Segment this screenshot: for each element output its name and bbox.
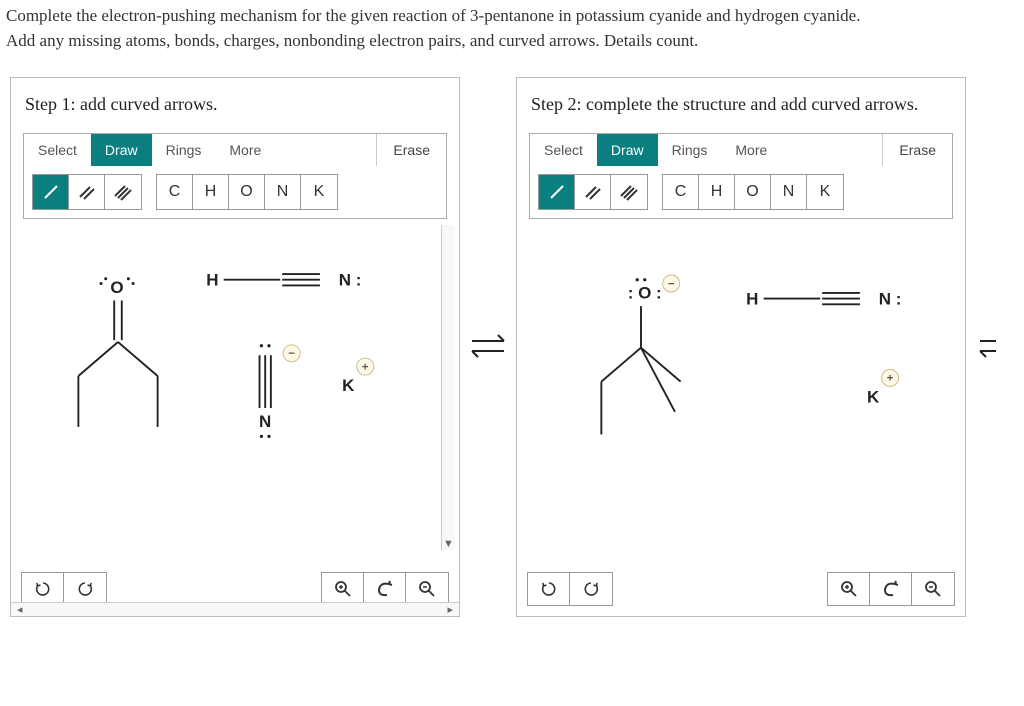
element-h-button[interactable]: H	[193, 175, 229, 209]
element-h-button-2[interactable]: H	[699, 175, 735, 209]
undo-icon	[540, 580, 558, 598]
element-o-button[interactable]: O	[229, 175, 265, 209]
step1-drawing: O H N :	[15, 225, 455, 565]
erase-button-2[interactable]: Erase	[882, 134, 952, 166]
zoom-in-icon	[334, 580, 352, 598]
atom-o: O	[110, 278, 123, 297]
tabs-row-2: Select Draw Rings More Erase	[530, 134, 952, 166]
tab-rings-2[interactable]: Rings	[658, 134, 722, 166]
zoom-out-button-2[interactable]	[912, 573, 954, 605]
bond-group-2	[538, 174, 648, 210]
atom-h: H	[206, 270, 218, 289]
tools-row-2: C H O N K	[530, 166, 952, 210]
element-c-button[interactable]: C	[157, 175, 193, 209]
single-bond-button[interactable]	[33, 175, 69, 209]
double-bond-icon	[583, 182, 603, 202]
step2-bottom-controls	[517, 568, 965, 616]
minus-charge-label-2: −	[668, 278, 675, 290]
tab-more-2[interactable]: More	[721, 134, 781, 166]
step1-panel: Step 1: add curved arrows. Select Draw R…	[10, 77, 460, 617]
horizontal-scrollbar[interactable]: ◂▸	[11, 602, 459, 616]
triple-bond-icon	[113, 182, 133, 202]
step2-drawing: : O : − H N :	[521, 225, 961, 565]
step2-panel: Step 2: complete the structure and add c…	[516, 77, 966, 617]
zoom-group-2	[827, 572, 955, 606]
tab-rings[interactable]: Rings	[152, 134, 216, 166]
undo-icon	[34, 580, 52, 598]
atom-o-2: : O :	[628, 283, 662, 302]
element-group: C H O N K	[156, 174, 338, 210]
element-c-button-2[interactable]: C	[663, 175, 699, 209]
zoom-reset-button-2[interactable]	[870, 573, 912, 605]
step2-toolbar: Select Draw Rings More Erase	[529, 133, 953, 219]
double-bond-button[interactable]	[69, 175, 105, 209]
zoom-out-button[interactable]	[406, 573, 448, 605]
zoom-reset-icon	[881, 580, 901, 598]
element-group-2: C H O N K	[662, 174, 844, 210]
bond-group	[32, 174, 142, 210]
step1-toolbar: Select Draw Rings More Erase	[23, 133, 447, 219]
tab-more[interactable]: More	[215, 134, 275, 166]
panels-row: Step 1: add curved arrows. Select Draw R…	[0, 59, 1024, 617]
tools-row: C H O N K	[24, 166, 446, 210]
single-bond-button-2[interactable]	[539, 175, 575, 209]
undo-button-2[interactable]	[528, 573, 570, 605]
step2-title: Step 2: complete the structure and add c…	[517, 78, 965, 126]
redo-icon	[582, 580, 600, 598]
equilibrium-icon	[974, 317, 996, 377]
element-k-button-2[interactable]: K	[807, 175, 843, 209]
question-instructions: Complete the electron-pushing mechanism …	[0, 0, 1024, 59]
step2-canvas[interactable]: : O : − H N :	[521, 225, 961, 565]
atom-k-2: K	[867, 387, 880, 406]
undo-button[interactable]	[22, 573, 64, 605]
plus-charge-label-2: +	[887, 372, 894, 384]
single-bond-icon	[41, 182, 61, 202]
equilibrium-icon	[466, 317, 510, 377]
element-k-button[interactable]: K	[301, 175, 337, 209]
equilibrium-arrow-2	[966, 77, 996, 617]
zoom-reset-icon	[375, 580, 395, 598]
zoom-reset-button[interactable]	[364, 573, 406, 605]
plus-charge-label: +	[362, 361, 369, 373]
tab-draw-2[interactable]: Draw	[597, 134, 658, 166]
redo-button-2[interactable]	[570, 573, 612, 605]
history-group	[21, 572, 107, 606]
atom-k: K	[342, 376, 355, 395]
element-n-button[interactable]: N	[265, 175, 301, 209]
vertical-scrollbar[interactable]: ▼	[441, 225, 455, 551]
tab-draw[interactable]: Draw	[91, 134, 152, 166]
triple-bond-icon	[619, 182, 639, 202]
zoom-in-icon	[840, 580, 858, 598]
step1-title: Step 1: add curved arrows.	[11, 78, 459, 126]
tab-select[interactable]: Select	[24, 134, 91, 166]
zoom-group	[321, 572, 449, 606]
element-n-button-2[interactable]: N	[771, 175, 807, 209]
triple-bond-button-2[interactable]	[611, 175, 647, 209]
double-bond-button-2[interactable]	[575, 175, 611, 209]
atom-n-2: N :	[879, 289, 902, 308]
single-bond-icon	[547, 182, 567, 202]
zoom-out-icon	[418, 580, 436, 598]
atom-n-bot: N	[259, 412, 271, 431]
redo-button[interactable]	[64, 573, 106, 605]
zoom-in-button[interactable]	[322, 573, 364, 605]
atom-n-top: N :	[339, 270, 362, 289]
equilibrium-arrow-1	[460, 77, 516, 617]
erase-button[interactable]: Erase	[376, 134, 446, 166]
atom-h-2: H	[746, 289, 758, 308]
minus-charge-label: −	[288, 348, 295, 360]
redo-icon	[76, 580, 94, 598]
history-group-2	[527, 572, 613, 606]
triple-bond-button[interactable]	[105, 175, 141, 209]
instructions-line-1: Complete the electron-pushing mechanism …	[6, 4, 1018, 29]
step1-canvas[interactable]: O H N :	[15, 225, 455, 565]
tabs-row: Select Draw Rings More Erase	[24, 134, 446, 166]
zoom-in-button-2[interactable]	[828, 573, 870, 605]
zoom-out-icon	[924, 580, 942, 598]
element-o-button-2[interactable]: O	[735, 175, 771, 209]
double-bond-icon	[77, 182, 97, 202]
instructions-line-2: Add any missing atoms, bonds, charges, n…	[6, 29, 1018, 54]
tab-select-2[interactable]: Select	[530, 134, 597, 166]
